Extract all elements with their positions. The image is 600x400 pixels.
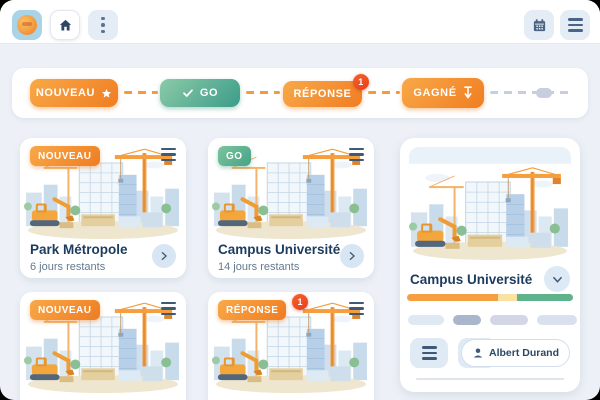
menu-button[interactable] [560,10,590,40]
chevron-right-icon [161,252,167,260]
placeholder-chip [453,315,481,325]
owner-label: Albert Durand [488,347,559,359]
top-bar [0,0,600,44]
construction-illustration-large [409,147,571,261]
star-icon [102,88,112,98]
step-reponse[interactable]: RÉPONSE 1 [283,74,369,107]
placeholder-chip [490,315,528,325]
open-card-button[interactable] [152,244,176,268]
app-logo[interactable] [12,10,42,40]
divider [416,378,564,380]
step-connector [246,91,280,94]
step-connector [368,91,400,94]
project-card-bottom-right[interactable]: RÉPONSE 1 [208,292,374,400]
list-button[interactable] [410,338,448,368]
mascot-icon [17,15,37,35]
calendar-icon [533,18,545,31]
project-card-bottom-left[interactable]: NOUVEAU [20,292,186,400]
notification-badge: 1 [292,294,308,310]
detail-panel: Campus Université Albert Durand [400,138,580,392]
step-label: RÉPONSE [293,88,352,100]
app-window: NOUVEAU GO RÉPONSE 1 GAGNÉ NOUVEAU Park … [0,0,600,400]
chevron-right-icon [349,252,355,260]
project-card-campus-universite[interactable]: GO Campus Université 14 jours restants [208,138,374,278]
card-subtitle: 14 jours restants [218,261,300,273]
panel-title: Campus Université [410,272,533,287]
step-nouveau[interactable]: NOUVEAU [30,79,118,107]
placeholder-chip [537,315,577,325]
status-badge: NOUVEAU [30,146,100,166]
step-connector-future [490,91,572,94]
progress-segment [498,294,517,301]
hamburger-icon [567,18,583,32]
card-subtitle: 6 jours restants [30,261,106,273]
chevron-down-icon [552,276,562,283]
step-label: GAGNÉ [413,87,457,99]
status-badge: GO [218,146,251,166]
drop-pin-down-icon [463,86,472,99]
card-menu-icon[interactable] [161,148,176,162]
step-end-dot [536,88,552,98]
person-icon [473,348,483,358]
calendar-button[interactable] [524,10,554,40]
progress-segment [407,294,499,301]
status-badge: RÉPONSE [218,300,287,320]
card-menu-icon[interactable] [349,148,364,162]
home-button[interactable] [50,10,80,40]
kebab-icon [101,16,105,34]
owner-button[interactable]: Albert Durand [460,339,570,367]
status-stepper: NOUVEAU GO RÉPONSE 1 GAGNÉ [12,68,588,118]
card-menu-icon[interactable] [161,302,176,316]
project-card-park-metropole[interactable]: NOUVEAU Park Métropole 6 jours restants [20,138,186,278]
hamburger-icon [421,346,437,360]
step-connector [124,91,158,94]
status-badge: NOUVEAU [30,300,100,320]
step-label: GO [199,87,219,99]
tag-chips [408,315,577,325]
card-title: Campus Université [218,242,341,257]
card-title: Park Métropole [30,242,128,257]
card-menu-icon[interactable] [349,302,364,316]
progress-segment [516,294,573,301]
open-card-button[interactable] [340,244,364,268]
step-go[interactable]: GO [160,79,240,107]
home-icon [59,19,71,30]
more-button[interactable] [88,10,118,40]
step-label: NOUVEAU [35,87,96,99]
collapse-button[interactable] [544,266,570,292]
notification-badge: 1 [353,74,369,90]
step-gagne[interactable]: GAGNÉ [402,78,484,108]
check-icon [182,89,193,97]
progress-bar [407,294,573,301]
placeholder-chip [408,315,444,325]
